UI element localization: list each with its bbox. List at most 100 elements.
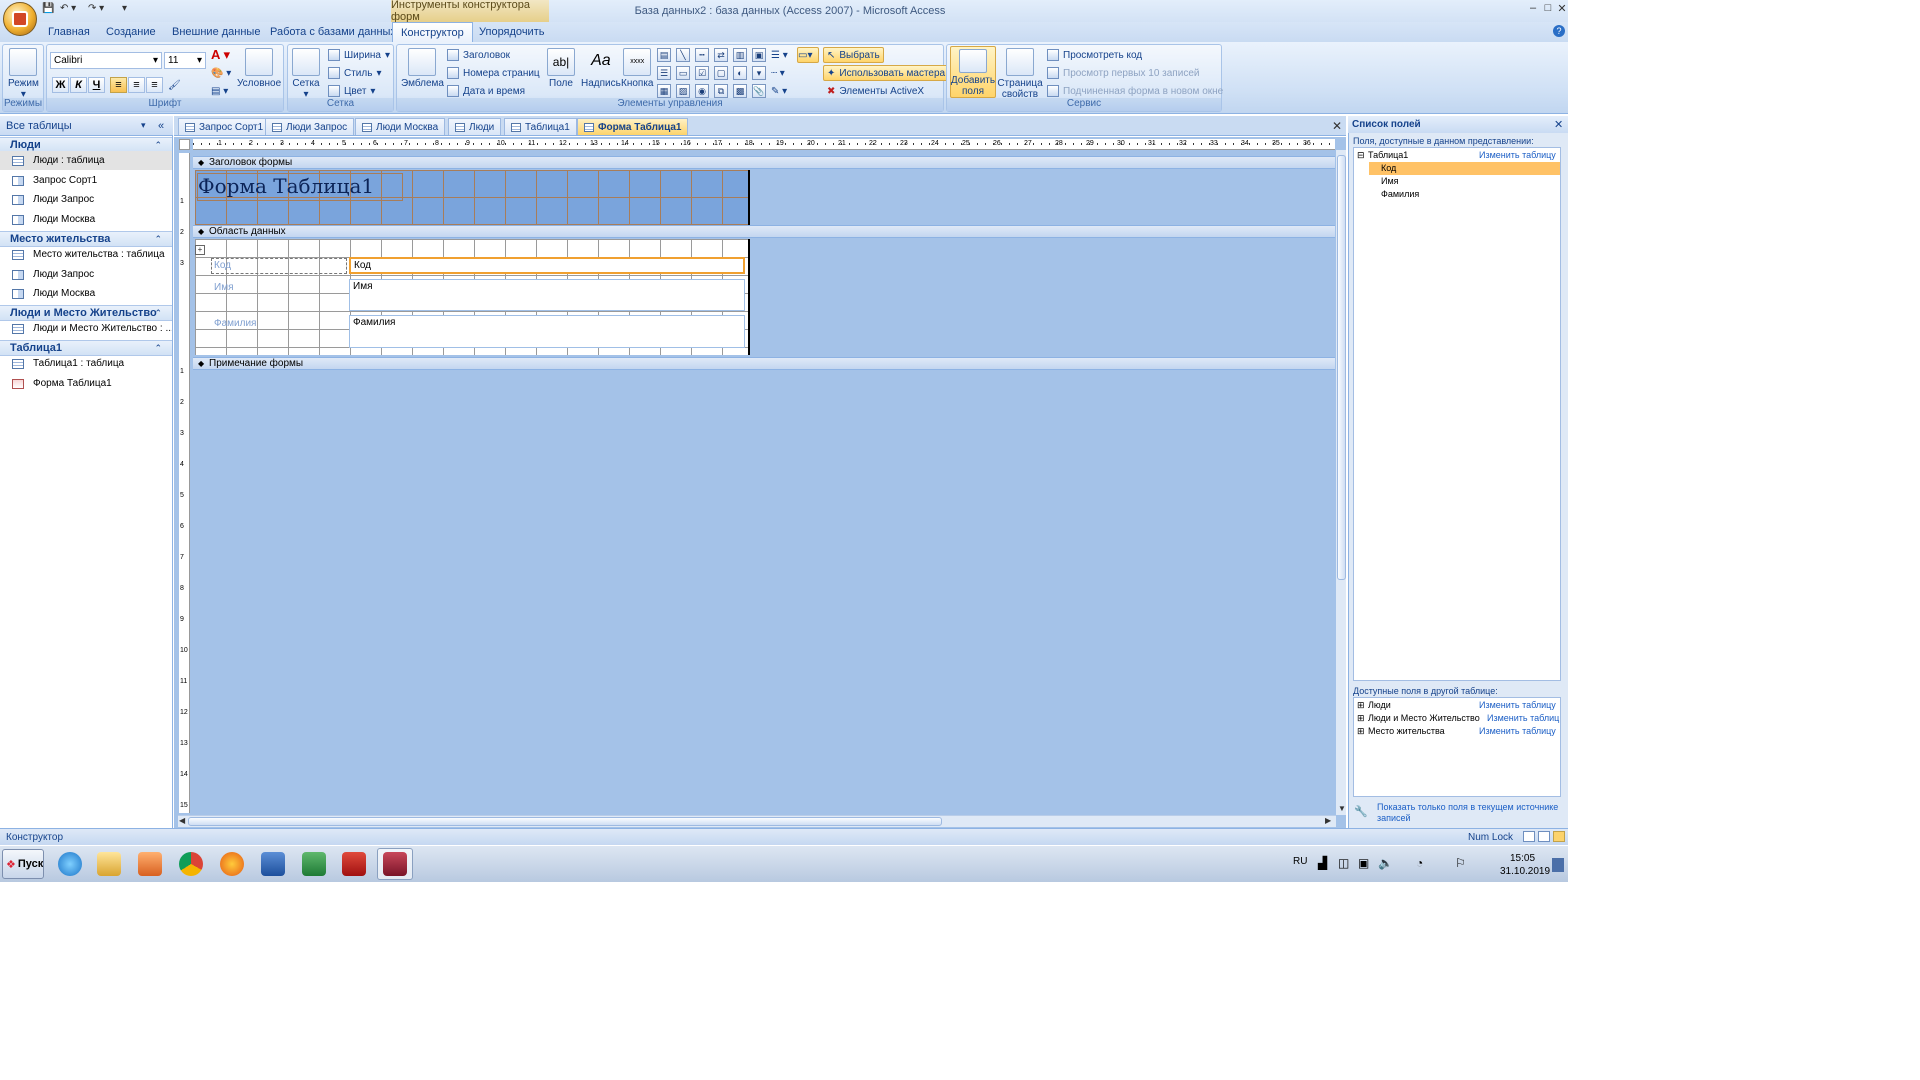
color-button[interactable]: Цвет ▾ (328, 83, 375, 99)
maximize-button[interactable]: □ (1541, 2, 1555, 16)
language-indicator[interactable]: RU (1293, 856, 1307, 867)
doc-tab[interactable]: Люди Москва (355, 118, 446, 135)
nav-collapse-icon[interactable]: « (158, 120, 164, 132)
combo-box-icon[interactable]: ▾ (752, 66, 766, 80)
line-thickness-icon[interactable]: ☰ ▾ (771, 47, 788, 63)
preview-first10-button[interactable]: Просмотр первых 10 записей (1047, 65, 1199, 81)
page-numbers-button[interactable]: Номера страниц (447, 65, 540, 81)
width-button[interactable]: Ширина ▾ (328, 47, 390, 63)
collapse-chevron-icon[interactable]: ⌃ (154, 306, 162, 320)
nav-dropdown-icon[interactable]: ▾ (141, 120, 146, 131)
edit-table-link[interactable]: Изменить таблиц (1487, 713, 1559, 723)
section-bar-header[interactable]: Заголовок формы (193, 156, 1335, 169)
section-bar-footer[interactable]: Примечание формы (193, 357, 1335, 370)
other-table-name[interactable]: Люди (1368, 700, 1391, 710)
field-list-close-icon[interactable]: ✕ (1554, 118, 1563, 131)
field-item[interactable]: Фамилия (1369, 188, 1560, 201)
explorer-icon[interactable] (91, 848, 127, 880)
doc-tab[interactable]: Люди Запрос (265, 118, 355, 135)
other-table-name[interactable]: Люди и Место Жительство (1368, 713, 1480, 723)
line-type-icon[interactable]: ┈ ▾ (771, 65, 785, 81)
access-icon[interactable] (377, 848, 413, 880)
line-icon[interactable]: ╲ (676, 48, 690, 62)
edit-table-link[interactable]: Изменить таблицу (1479, 726, 1556, 736)
horizontal-scroll-thumb[interactable] (188, 817, 942, 826)
use-wizard-button[interactable]: ✦ Использовать мастера (823, 65, 950, 81)
ie-icon[interactable] (52, 848, 88, 880)
doc-tab[interactable]: Люди (448, 118, 502, 135)
view-button[interactable]: Режим ▾ (8, 48, 39, 100)
field-item-selected[interactable]: Код (1369, 162, 1560, 175)
nav-item[interactable]: Запрос Сорт1 (0, 171, 172, 190)
line-color-icon[interactable]: ▤ ▾ (211, 83, 228, 99)
chart-icon[interactable]: ▥ (733, 48, 747, 62)
subform-window-button[interactable]: Подчиненная форма в новом окне (1047, 83, 1223, 99)
checkbox-icon[interactable]: ☑ (695, 66, 709, 80)
add-fields-button[interactable]: Добавить поля (950, 46, 996, 98)
image-icon[interactable]: ▨ (676, 84, 690, 98)
close-document-icon[interactable]: ✕ (1332, 119, 1342, 133)
activex-button[interactable]: ✖ Элементы ActiveX (827, 83, 924, 99)
nav-item[interactable]: Люди Москва (0, 284, 172, 303)
field-button[interactable]: ab| Поле (547, 48, 575, 89)
tab-home[interactable]: Главная (40, 22, 98, 42)
select-button[interactable]: ↖ Выбрать (823, 47, 884, 63)
object-frame-icon[interactable]: ▣ (752, 48, 766, 62)
rectangle-icon[interactable]: ▭ (676, 66, 690, 80)
scroll-right-icon[interactable]: ▶ (1325, 816, 1331, 825)
date-time-button[interactable]: Дата и время (447, 83, 525, 99)
scroll-left-icon[interactable]: ◀ (179, 816, 185, 825)
bound-object-icon[interactable]: ◐ (733, 66, 747, 80)
field-list-table-name[interactable]: Таблица1 (1368, 150, 1408, 160)
field-label-surname[interactable]: Фамилия (214, 318, 256, 329)
tray-app-icon[interactable]: ◫ (1338, 856, 1349, 870)
doc-tab-active[interactable]: Форма Таблица1 (577, 118, 689, 135)
collapse-chevron-icon[interactable]: ⌃ (154, 138, 162, 152)
doc-tab[interactable]: Таблица1 (504, 118, 577, 135)
section-bar-detail[interactable]: Область данных (193, 225, 1335, 238)
line-color-pen-icon[interactable]: ✎ ▾ (771, 83, 787, 99)
excel-icon[interactable] (296, 848, 332, 880)
network-icon[interactable]: ▟ (1318, 856, 1327, 870)
hyperlink-icon[interactable]: ⧉ (714, 84, 728, 98)
vertical-scroll-thumb[interactable] (1337, 155, 1346, 580)
form-view-icon[interactable] (1523, 831, 1535, 842)
list-box-icon[interactable]: ☰ (657, 66, 671, 80)
tray-monitor-icon[interactable]: ▣ (1358, 856, 1369, 870)
underline-button[interactable]: Ч (88, 77, 105, 93)
control-type-icon[interactable]: ▭▾ (797, 47, 819, 63)
tab-arrange[interactable]: Упорядочить (471, 22, 552, 42)
collapse-chevron-icon[interactable]: ⌃ (154, 232, 162, 246)
vertical-ruler[interactable]: 1 2 3 1 2 3 4 5 6 7 8 9 10 11 12 13 14 15 (179, 153, 190, 813)
edit-table-link[interactable]: Изменить таблицу (1479, 150, 1556, 160)
align-right-icon[interactable]: ≡ (146, 77, 163, 93)
field-item[interactable]: Имя (1369, 175, 1560, 188)
minimize-button[interactable]: – (1526, 2, 1540, 16)
nav-item[interactable]: Люди Москва (0, 210, 172, 229)
help-icon[interactable]: ? (1553, 25, 1565, 37)
action-center-icon[interactable]: ⚐ (1455, 856, 1466, 870)
collapse-table-icon[interactable]: ⊟ (1357, 150, 1365, 161)
acrobat-icon[interactable] (336, 848, 372, 880)
tab-design[interactable]: Конструктор (392, 22, 473, 43)
show-only-link[interactable]: Показать только поля в текущем источнике… (1377, 802, 1565, 824)
tray-clock-icon[interactable]: ◔ (1416, 856, 1423, 870)
label-button[interactable]: Aa Надпись (581, 48, 621, 89)
font-size-combo[interactable]: 11 ▾ (164, 52, 206, 69)
tab-control-icon[interactable]: ▤ (657, 48, 671, 62)
attachment-frame-icon[interactable]: ▢ (714, 66, 728, 80)
nav-item[interactable]: Люди Запрос (0, 190, 172, 209)
layout-view-icon[interactable] (1538, 831, 1550, 842)
tab-external-data[interactable]: Внешние данные (164, 22, 268, 42)
nav-item[interactable]: Место жительства : таблица (0, 245, 172, 264)
scroll-down-icon[interactable]: ▼ (1338, 804, 1346, 813)
clock-time[interactable]: 15:05 (1510, 853, 1535, 864)
view-code-button[interactable]: Просмотреть код (1047, 47, 1142, 63)
fill-color-icon[interactable]: 🎨 ▾ (211, 65, 231, 81)
attachment-icon[interactable]: 📎 (752, 84, 766, 98)
edit-table-link[interactable]: Изменить таблицу (1479, 700, 1556, 710)
nav-item[interactable]: Люди Запрос (0, 265, 172, 284)
show-only-icon[interactable]: 🔧 (1354, 805, 1368, 818)
chrome-icon[interactable] (173, 848, 209, 880)
gridlines-button[interactable]: Сетка ▾ (292, 48, 320, 100)
